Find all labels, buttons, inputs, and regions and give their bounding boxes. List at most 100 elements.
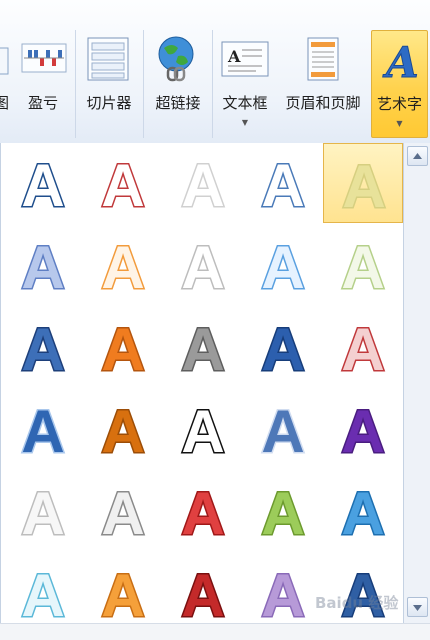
slicer-icon [87,37,129,81]
wordart-glyph-icon: A [20,479,66,549]
wordart-style-option[interactable]: A [83,389,163,469]
wordart-letter: A [181,398,224,465]
ribbon-button-hyperlink[interactable]: 超链接 [146,30,210,140]
wordart-glyph-icon: A [100,233,146,303]
dropdown-arrow-icon[interactable]: ▼ [372,119,427,128]
wordart-letter: A [21,480,64,547]
wordart-letter: A [342,153,385,220]
scroll-up-button[interactable] [407,146,428,166]
wordart-style-option[interactable]: A [323,471,403,551]
wordart-style-option[interactable]: A [3,143,83,223]
wordart-style-option[interactable]: A [163,389,243,469]
wordart-style-option[interactable]: A [83,553,163,633]
wordart-style-option[interactable]: A [163,307,243,387]
wordart-letter: A [181,480,224,547]
header-footer-icon [307,37,339,81]
wordart-style-option[interactable]: A [83,143,163,223]
wordart-glyph-icon: A [180,151,226,221]
wordart-style-option[interactable]: A [83,307,163,387]
wordart-letter: A [21,562,64,629]
wordart-style-option[interactable]: A [243,553,323,633]
wordart-letter: A [181,316,224,383]
wordart-style-option[interactable]: A [323,225,403,305]
ribbon-label-chart: 图 [0,94,10,112]
wordart-letter: A [21,152,64,219]
wordart-glyph-icon: A [100,397,146,467]
wordart-style-option[interactable]: A [323,307,403,387]
winloss-sparkline-icon [21,43,67,73]
wordart-letter: A [341,398,384,465]
wordart-letter: A [101,398,144,465]
wordart-letter: A [101,234,144,301]
wordart-style-option[interactable]: A [243,389,323,469]
ribbon-label-textbox: 文本框 [222,94,268,112]
wordart-letter: A [261,152,304,219]
gallery-resize-footer[interactable] [0,623,430,640]
wordart-style-option[interactable]: A [3,553,83,633]
wordart-style-option[interactable]: A [3,307,83,387]
wordart-style-option[interactable]: A [83,471,163,551]
wordart-style-option[interactable]: A [243,471,323,551]
wordart-letter: A [341,316,384,383]
wordart-letter: A [181,234,224,301]
ribbon-button-wordart[interactable]: A 艺术字 ▼ [371,30,428,138]
wordart-style-option[interactable]: A [163,143,243,223]
wordart-glyph-icon: A [260,233,306,303]
wordart-style-option[interactable]: A [323,143,403,223]
wordart-glyph-icon: A [20,397,66,467]
wordart-style-option[interactable]: A [243,225,323,305]
wordart-glyph-icon: A [340,233,386,303]
wordart-style-option[interactable]: A [163,553,243,633]
wordart-glyph-icon: A [260,561,306,631]
svg-text:A: A [382,38,419,87]
ribbon-button-header-footer[interactable]: 页眉和页脚 [276,30,370,140]
wordart-style-option[interactable]: A [3,225,83,305]
triangle-up-icon [413,153,422,159]
wordart-letter: A [101,562,144,629]
wordart-glyph-icon: A [180,561,226,631]
hyperlink-globe-icon [158,36,194,82]
dropdown-arrow-icon[interactable]: ▼ [216,118,274,127]
wordart-letter: A [21,316,64,383]
wordart-letter: A [21,234,64,301]
ribbon-button-slicer[interactable]: 切片器 [78,30,140,140]
ribbon-label-header-footer: 页眉和页脚 [285,94,361,112]
ribbon-label-slicer: 切片器 [86,94,132,112]
wordart-glyph-icon: A [180,315,226,385]
wordart-letter: A [341,480,384,547]
ribbon-button-textbox[interactable]: A 文本框 ▼ [216,30,274,140]
wordart-letter: A [261,316,304,383]
wordart-letter: A [21,398,64,465]
wordart-letter: A [181,562,224,629]
wordart-glyph-icon: A [340,315,386,385]
wordart-glyph-icon: A [20,151,66,221]
wordart-glyph-icon: A [100,151,146,221]
wordart-glyph-icon: A [180,233,226,303]
ribbon-button-chart[interactable]: 图 [0,30,14,140]
wordart-style-option[interactable]: A [3,471,83,551]
wordart-letter: A [341,234,384,301]
wordart-letter: A [261,234,304,301]
wordart-glyph-icon: A [340,397,386,467]
ribbon-button-winloss[interactable]: 盈亏 [18,30,68,140]
wordart-letter: A [181,152,224,219]
svg-text:A: A [227,47,241,66]
ribbon-separator [143,30,144,138]
wordart-style-option[interactable]: A [243,307,323,387]
wordart-style-option[interactable]: A [163,225,243,305]
wordart-style-option[interactable]: A [323,389,403,469]
wordart-glyph-icon: A [100,479,146,549]
wordart-glyph-icon: A [180,397,226,467]
scroll-down-button[interactable] [407,597,428,617]
wordart-letter: A [261,562,304,629]
wordart-glyph-icon: A [260,397,306,467]
ribbon-label-winloss: 盈亏 [27,94,58,112]
ribbon-insert-group: 图 盈亏 切片器 超链接 A 文本框 ▼ 页眉和页脚 A 艺术字 ▼ [0,0,430,144]
wordart-style-option[interactable]: A [3,389,83,469]
wordart-style-option[interactable]: A [243,143,323,223]
wordart-glyph-icon: A [260,315,306,385]
wordart-style-option[interactable]: A [163,471,243,551]
gallery-scrollbar[interactable] [403,143,430,623]
wordart-glyph-icon: A [20,561,66,631]
wordart-style-option[interactable]: A [83,225,163,305]
